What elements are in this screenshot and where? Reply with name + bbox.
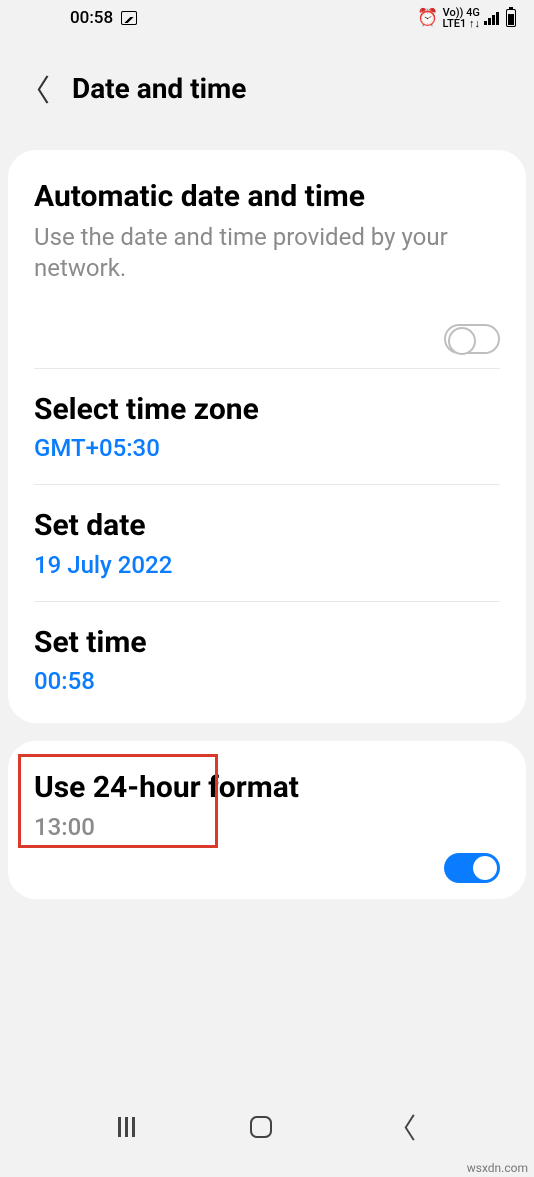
battery-icon [506,9,516,27]
row-auto-datetime[interactable]: Automatic date and time Use the date and… [8,156,526,306]
settings-card-format: Use 24-hour format 13:00 [8,741,526,899]
row-value: 19 July 2022 [34,551,500,579]
row-set-time[interactable]: Set time 00:58 [8,602,526,718]
row-desc: Use the date and time provided by your n… [34,222,500,284]
picture-icon [121,11,137,25]
nav-bar: 〈 [0,1107,534,1147]
nav-home-button[interactable] [250,1116,272,1138]
row-value: GMT+05:30 [34,434,500,462]
row-title: Set time [34,624,500,662]
row-value: 00:58 [34,667,500,695]
row-title: Set date [34,507,500,545]
page-header: 〈 Date and time [0,36,534,150]
watermark: wsxdn.com [467,1161,528,1175]
nav-recents-button[interactable] [118,1117,135,1137]
format-24h-toggle[interactable] [444,853,500,883]
row-set-date[interactable]: Set date 19 July 2022 [8,485,526,601]
back-icon[interactable]: 〈 [20,66,50,110]
row-select-timezone[interactable]: Select time zone GMT+05:30 [8,369,526,485]
alarm-icon [417,8,438,28]
page-title: Date and time [72,72,246,105]
status-bar: 00:58 Vo)) 4G LTE1 ↑↓ [0,0,534,36]
signal-icon [484,12,499,25]
network-label: Vo)) 4G LTE1 ↑↓ [442,7,480,29]
row-24hour-format[interactable]: Use 24-hour format 13:00 [8,747,526,893]
settings-card-main: Automatic date and time Use the date and… [8,150,526,723]
nav-back-button[interactable]: 〈 [388,1107,416,1147]
status-time: 00:58 [70,8,113,28]
row-title: Automatic date and time [34,178,500,216]
row-value: 13:00 [34,813,500,841]
row-title: Select time zone [34,391,500,429]
row-title: Use 24-hour format [34,769,500,807]
auto-datetime-toggle[interactable] [444,324,500,354]
